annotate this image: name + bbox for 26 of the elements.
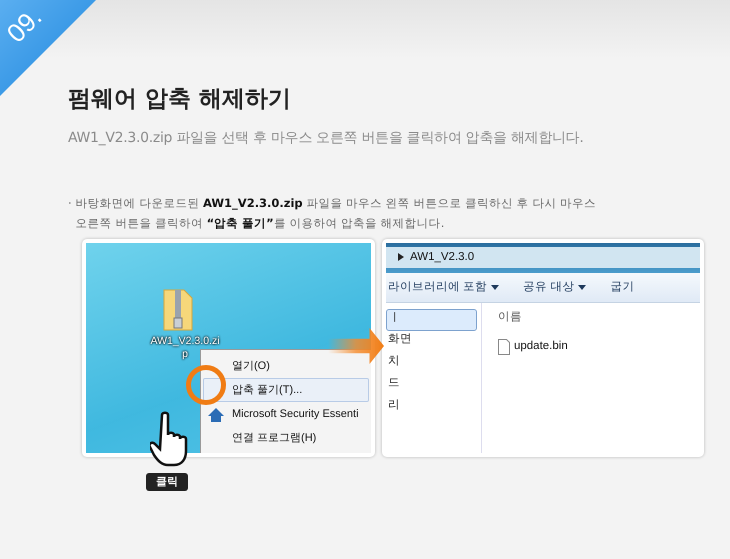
toolbar-button[interactable]: 굽기 xyxy=(610,278,634,296)
page-title: 펌웨어 압축 해제하기 xyxy=(68,86,292,114)
menu-item[interactable]: 압축 풀기(T)... xyxy=(203,378,369,402)
toolbar-button[interactable]: 라이브러리에 포함 xyxy=(388,278,500,296)
file-name[interactable]: update.bin xyxy=(514,338,568,356)
menu-item[interactable]: Microsoft Security Essenti xyxy=(203,402,369,426)
nav-item[interactable]: 드 xyxy=(386,375,477,398)
column-header[interactable]: 이름 xyxy=(498,309,700,326)
address-bar[interactable]: AW1_V2.3.0 xyxy=(386,246,700,268)
chevron-right-icon xyxy=(398,253,404,262)
nav-item[interactable]: 치 xyxy=(386,353,477,376)
toolbar-button[interactable]: 공유 대상 xyxy=(523,278,586,296)
nav-item[interactable]: 화면 xyxy=(386,331,477,354)
right-arrow-icon xyxy=(328,328,384,364)
file-icon xyxy=(498,338,510,355)
breadcrumb-item[interactable]: AW1_V2.3.0 xyxy=(410,248,474,266)
menu-item[interactable]: 연결 프로그램(H) xyxy=(203,426,369,450)
click-label: 클릭 xyxy=(146,472,188,492)
zip-folder-icon xyxy=(162,288,194,332)
nav-item[interactable]: 리 xyxy=(386,397,477,420)
step-number: 09. xyxy=(2,3,46,47)
highlight-ring xyxy=(186,364,226,405)
bullet-mark: · xyxy=(68,194,72,212)
page-subtitle: AW1_V2.3.0.zip 파일을 선택 후 마우스 오른쪽 버튼을 클릭하여 압축을 해제합니다. xyxy=(68,128,585,148)
instruction-text: 바탕화면에 다운로드된 AW1_V2.3.0.zip 파일을 마우스 왼쪽 버튼으로 클릭하신 후 다시 마우스 오른쪽 버튼을 클릭하여 “압축 풀기”를 이용하여 압축을 해제합니다. xyxy=(76,194,597,232)
nav-item[interactable]: ㅣ xyxy=(386,309,477,332)
